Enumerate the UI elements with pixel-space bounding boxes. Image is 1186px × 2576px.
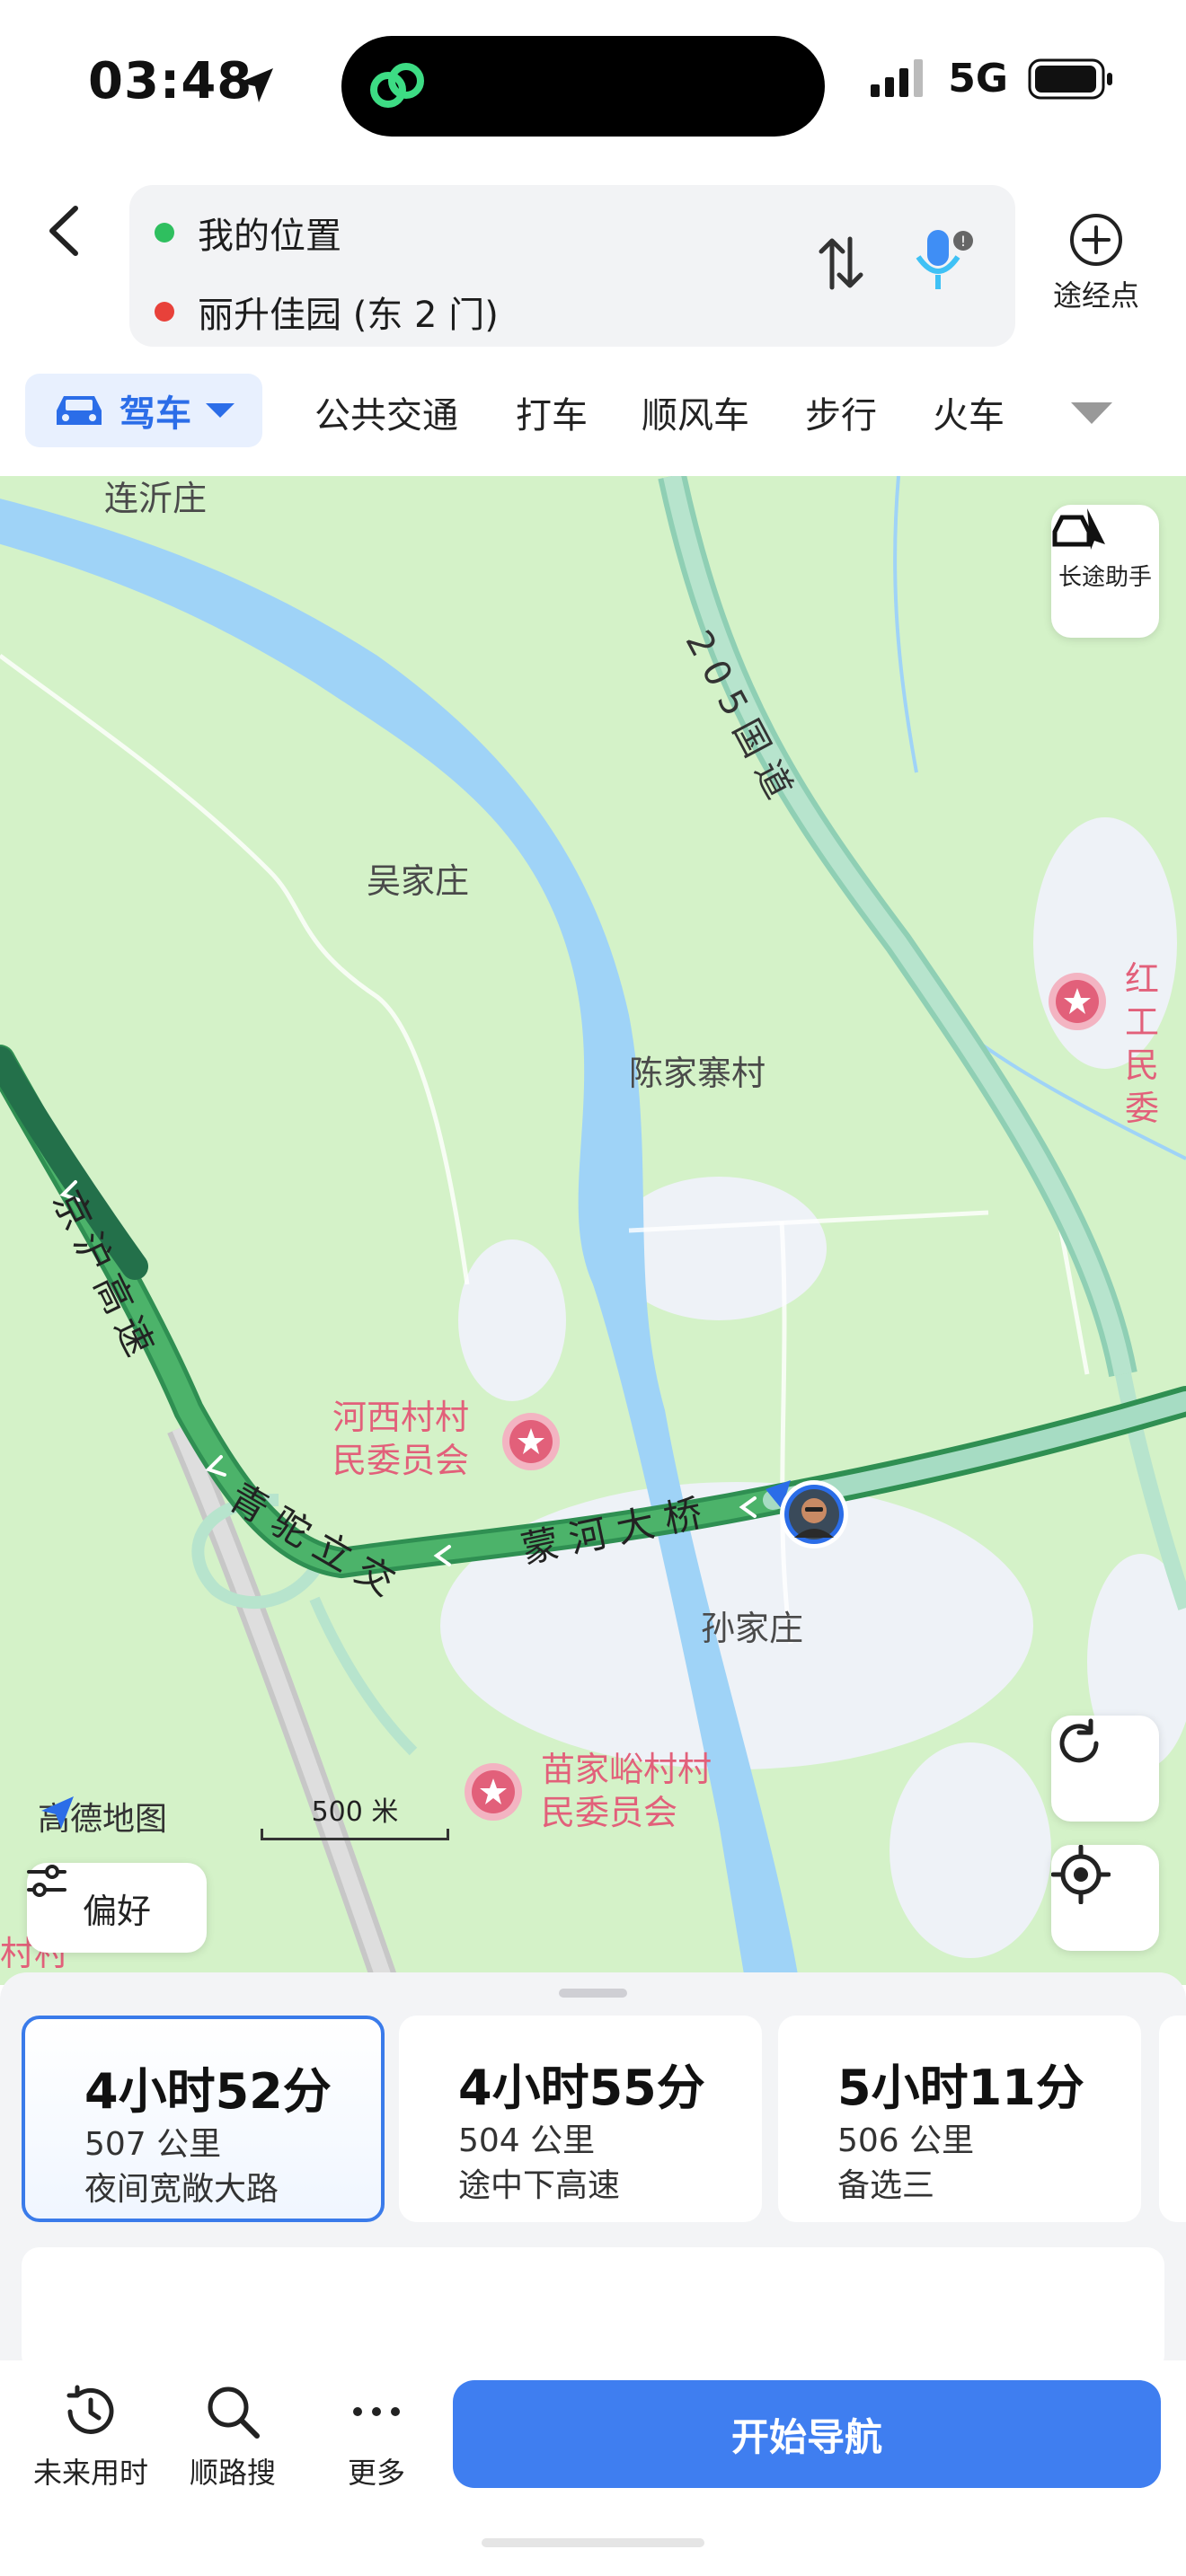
home-indicator [482,2538,704,2547]
car-icon [57,396,102,425]
more-button[interactable]: 更多 [309,2382,444,2492]
crosshair-icon [1051,1845,1111,1904]
waypoint-label: 途经点 [1052,278,1139,313]
route-duration: 5小时11分 [837,2060,1084,2116]
add-waypoint-button[interactable]: 途经点 [1042,212,1150,314]
locate-button[interactable] [1051,1845,1159,1951]
amap-logo-icon [41,1796,74,1829]
more-modes-icon[interactable] [1069,401,1114,429]
search-icon [208,2386,260,2439]
mode-carpool-tab[interactable]: 顺风车 [642,386,749,438]
dynamic-island [341,36,825,137]
location-arrow-icon [235,65,277,110]
mode-walk-tab[interactable]: 步行 [805,386,877,438]
start-navigation-button[interactable]: 开始导航 [453,2380,1161,2488]
sheet-handle[interactable] [559,1989,627,1998]
swap-icon[interactable] [818,234,864,296]
chevron-down-icon [206,403,235,418]
link-app-icon [370,63,424,108]
route-duration: 4小时55分 [458,2060,705,2116]
scale-bar: 500 米 [261,1789,449,1840]
refresh-icon [1059,1718,1099,1763]
long-trip-label: 长途助手 [1058,563,1152,591]
map-view[interactable]: 连沂庄 吴家庄 陈家寨村 孙家庄 村村 205国道 京沪高速 青驼立交 蒙河大桥… [0,476,1186,1985]
route-card-2[interactable]: 4小时55分 504 公里 途中下高速 [399,2016,762,2222]
voice-input-icon[interactable]: ! [911,226,976,298]
clock-icon [66,2385,114,2434]
place-label: 连沂庄 [104,479,208,518]
route-detail-panel[interactable] [22,2247,1164,2373]
route-tag: 夜间宽敞大路 [84,2171,279,2208]
poi-label: 苗家峪村村 民委员会 [541,1750,712,1832]
mode-train-tab[interactable]: 火车 [933,386,1005,438]
mode-drive-label: 驾车 [119,393,191,435]
route-input-box: 我的位置 丽升佳园 (东 2 门) ! [129,185,1015,347]
future-time-label: 未来用时 [32,2456,148,2490]
route-tag: 备选三 [837,2167,935,2204]
preference-button[interactable]: 偏好 [27,1863,207,1953]
mode-drive-tab[interactable]: 驾车 [25,374,262,447]
mode-transit-tab[interactable]: 公共交通 [314,386,458,438]
refresh-button[interactable] [1051,1716,1159,1822]
route-distance: 504 公里 [458,2122,596,2159]
route-distance: 506 公里 [837,2122,975,2159]
more-label: 更多 [347,2456,405,2490]
amap-brand: 高德地图 [38,1793,167,1839]
car-route-icon [1052,508,1105,550]
route-card-peek[interactable] [1159,2016,1186,2222]
status-time: 03:48 [88,52,253,110]
route-duration: 4小时52分 [84,2063,332,2120]
place-label: 吴家庄 [367,861,470,901]
route-card-1[interactable]: 4小时52分 507 公里 夜间宽敞大路 [22,2016,385,2222]
poi-label: 河西村村 民委员会 [332,1398,470,1480]
more-dots-icon [353,2407,400,2416]
svg-text:!: ! [960,233,966,250]
origin-field[interactable]: 我的位置 [198,207,341,259]
along-route-search-label: 顺路搜 [189,2456,276,2490]
along-route-search-button[interactable]: 顺路搜 [165,2382,300,2492]
destination-field[interactable]: 丽升佳园 (东 2 门) [198,286,499,338]
battery-icon [1028,58,1112,99]
sliders-icon [27,1865,66,1897]
future-time-button[interactable]: 未来用时 [23,2382,158,2492]
network-type: 5G [948,56,1008,101]
signal-icon [871,58,924,97]
mode-taxi-tab[interactable]: 打车 [516,386,588,438]
status-right: 5G [871,56,1114,101]
destination-dot-icon [155,302,174,322]
back-button[interactable] [36,199,99,262]
origin-dot-icon [155,223,174,243]
place-label: 陈家寨村 [629,1054,766,1093]
poi-label: 红工 民委 [1125,959,1160,1128]
add-circle-icon [1070,214,1122,266]
route-card-3[interactable]: 5小时11分 506 公里 备选三 [778,2016,1141,2222]
origin-row[interactable]: 我的位置 [155,207,341,259]
long-trip-assistant-button[interactable]: 长途助手 [1051,505,1159,638]
place-label: 孙家庄 [701,1609,804,1648]
destination-row[interactable]: 丽升佳园 (东 2 门) [155,286,499,338]
route-tag: 途中下高速 [458,2167,621,2204]
route-distance: 507 公里 [84,2126,222,2163]
